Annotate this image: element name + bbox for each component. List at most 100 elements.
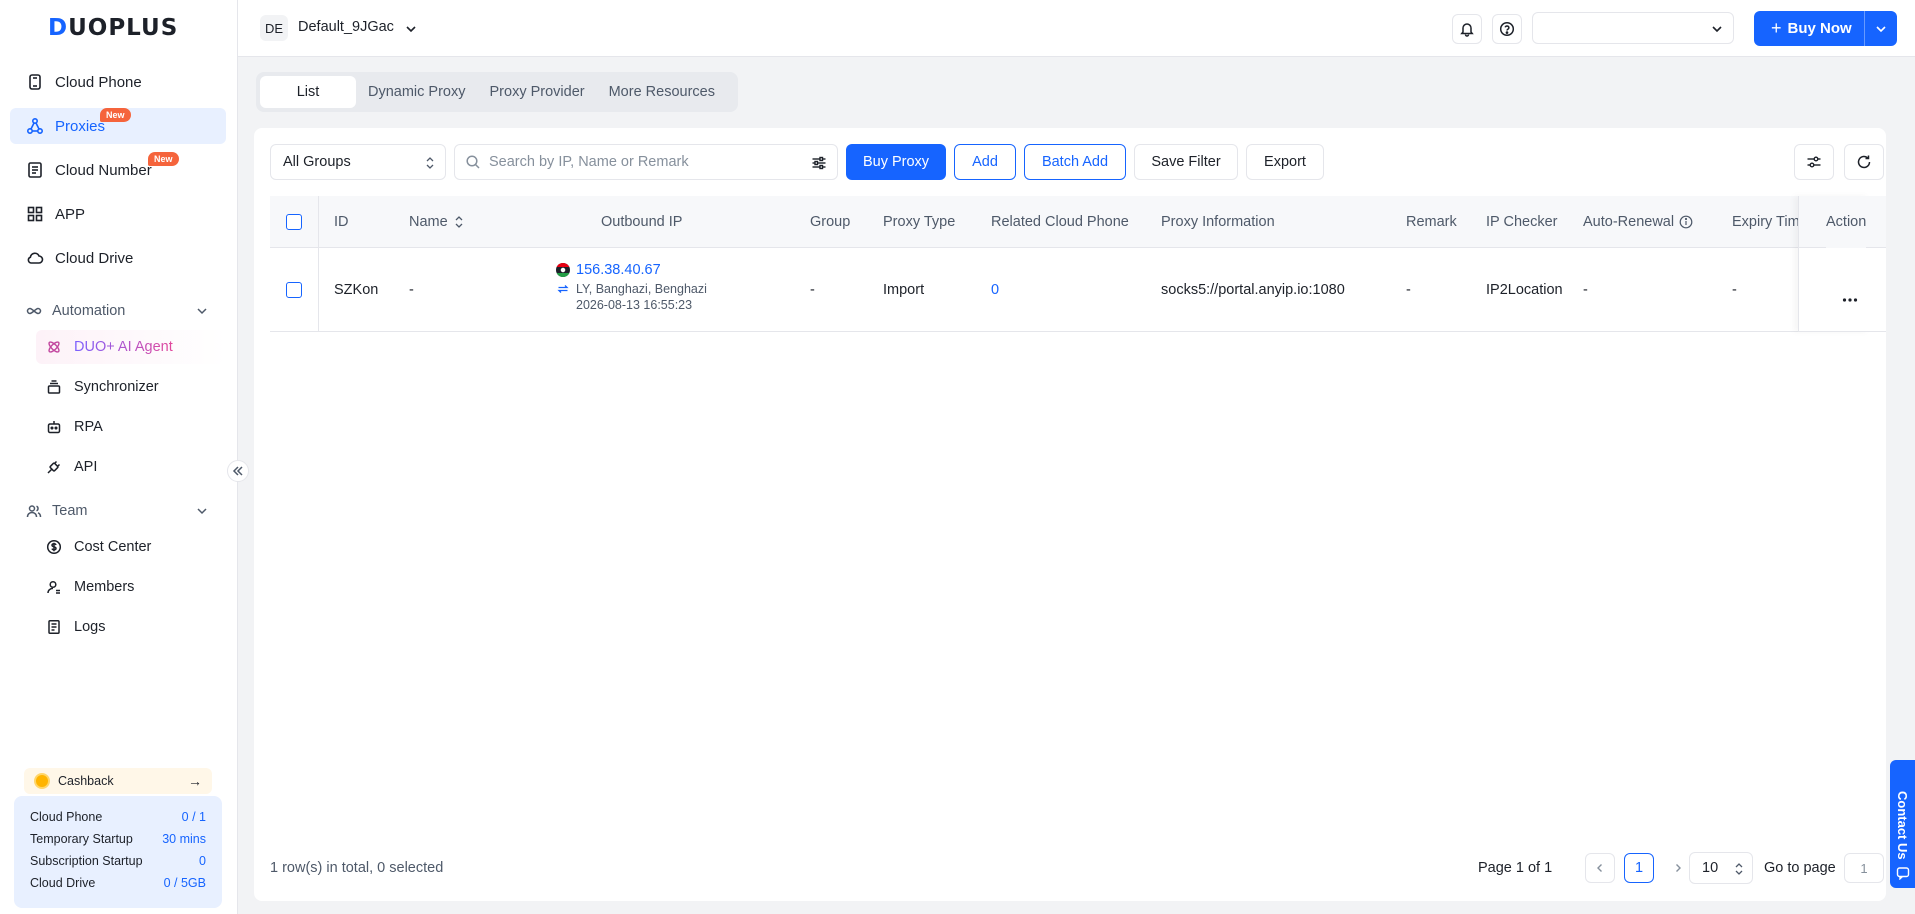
robot-icon bbox=[47, 421, 61, 434]
quota-row: Subscription Startup 0 bbox=[30, 854, 206, 868]
user-icon bbox=[47, 580, 60, 594]
page-1-button[interactable]: 1 bbox=[1624, 853, 1654, 883]
plus-icon: + bbox=[1771, 18, 1782, 38]
col-outbound-ip: Outbound IP bbox=[601, 214, 683, 230]
col-proxy-type: Proxy Type bbox=[883, 214, 956, 230]
buy-proxy-button[interactable]: Buy Proxy bbox=[846, 144, 946, 180]
total-count: 1 row(s) in total, 0 selected bbox=[270, 860, 444, 876]
workspace-name[interactable]: Default_9JGac bbox=[298, 19, 394, 35]
log-icon bbox=[48, 620, 60, 634]
sidebar-item-ai-agent[interactable]: DUO+ AI Agent bbox=[36, 330, 226, 364]
sidebar-item-logs[interactable]: Logs bbox=[36, 610, 226, 644]
ip-location-line: LY, Banghazi, Benghazi bbox=[556, 280, 707, 298]
collapse-sidebar-button[interactable] bbox=[227, 460, 249, 482]
quota-panel: Cloud Phone 0 / 1 Temporary Startup 30 min… bbox=[14, 796, 222, 908]
plug-icon bbox=[47, 460, 61, 474]
add-button[interactable]: Add bbox=[954, 144, 1016, 180]
contact-us-button[interactable]: Contact Us bbox=[1890, 760, 1915, 888]
tab-dynamic-proxy[interactable]: Dynamic Proxy bbox=[356, 76, 478, 108]
more-horizontal-icon bbox=[1842, 298, 1858, 302]
sidebar-item-synchronizer[interactable]: Synchronizer bbox=[36, 370, 226, 404]
double-chevron-left-icon bbox=[232, 466, 243, 476]
group-select[interactable]: All Groups bbox=[270, 144, 446, 180]
sidebar-item-members[interactable]: Members bbox=[36, 570, 226, 604]
proxy-tabs: List Dynamic Proxy Proxy Provider More R… bbox=[256, 72, 738, 112]
team-section-label: Team bbox=[52, 503, 88, 519]
select-all-checkbox[interactable] bbox=[286, 214, 302, 230]
sidebar-item-label: Synchronizer bbox=[74, 379, 159, 395]
sidebar-item-label: Logs bbox=[74, 619, 106, 635]
select-all-cell bbox=[286, 196, 302, 248]
ip-address-link[interactable]: 156.38.40.67 bbox=[576, 262, 661, 278]
sort-updown-icon bbox=[1735, 863, 1743, 875]
sidebar-item-label: RPA bbox=[74, 419, 103, 435]
sidebar-item-api[interactable]: API bbox=[36, 450, 226, 484]
team-section-toggle[interactable]: Team bbox=[10, 496, 226, 526]
prev-page-button[interactable] bbox=[1585, 853, 1615, 883]
dollar-icon bbox=[46, 539, 62, 555]
cell-group: - bbox=[810, 282, 815, 298]
phone-icon bbox=[29, 74, 41, 90]
info-icon[interactable] bbox=[1679, 215, 1693, 229]
tab-more-resources[interactable]: More Resources bbox=[597, 76, 727, 108]
buy-now-button[interactable]: + Buy Now bbox=[1754, 11, 1897, 46]
chat-icon bbox=[1896, 867, 1909, 880]
notifications-button[interactable] bbox=[1452, 14, 1482, 44]
proxy-list-card: All Groups Buy Proxy Add Batch Add Save … bbox=[254, 128, 1886, 901]
col-ip-checker: IP Checker bbox=[1486, 214, 1558, 230]
libya-flag-icon bbox=[556, 263, 570, 277]
new-badge: New bbox=[148, 152, 179, 166]
search-icon bbox=[466, 155, 480, 169]
chevron-down-icon[interactable] bbox=[405, 23, 417, 35]
chevron-down-icon bbox=[197, 308, 207, 315]
goto-page-label: Go to page bbox=[1764, 860, 1836, 876]
sidebar-item-proxies[interactable]: Proxies New bbox=[10, 108, 226, 144]
quota-row: Cloud Phone 0 / 1 bbox=[30, 810, 206, 824]
sidebar-item-label: Cloud Drive bbox=[55, 249, 134, 267]
cell-expiry-time: - bbox=[1732, 282, 1737, 298]
col-divider bbox=[318, 196, 319, 248]
ai-agent-icon bbox=[48, 341, 60, 353]
cloud-icon bbox=[27, 252, 44, 264]
cashback-label: Cashback bbox=[58, 774, 114, 788]
sidebar-item-app[interactable]: APP bbox=[10, 196, 226, 232]
sidebar: D UOPLUS Cloud Phone Proxies New Cloud Nu… bbox=[0, 0, 238, 914]
tab-proxy-provider[interactable]: Proxy Provider bbox=[478, 76, 597, 108]
sidebar-item-cloud-phone[interactable]: Cloud Phone bbox=[10, 64, 226, 100]
quota-row: Temporary Startup 30 mins bbox=[30, 832, 206, 846]
sidebar-item-label: Cost Center bbox=[74, 539, 152, 555]
network-icon bbox=[26, 117, 44, 135]
row-checkbox[interactable] bbox=[286, 282, 302, 298]
cell-auto-renewal: - bbox=[1583, 282, 1588, 298]
automation-section-toggle[interactable]: Automation bbox=[10, 296, 226, 326]
top-bar: DE Default_9JGac + Buy Now bbox=[238, 0, 1915, 57]
page-size-select[interactable]: 10 bbox=[1689, 852, 1753, 884]
goto-page-input[interactable]: 1 bbox=[1844, 853, 1884, 883]
search-input[interactable] bbox=[489, 154, 799, 170]
account-select[interactable] bbox=[1532, 12, 1734, 44]
duoplus-logo[interactable]: D UOPLUS bbox=[48, 15, 178, 41]
sidebar-item-cloud-number[interactable]: Cloud Number New bbox=[10, 152, 226, 188]
cell-ip-checker: IP2Location bbox=[1486, 282, 1563, 298]
sidebar-item-cloud-drive[interactable]: Cloud Drive bbox=[10, 240, 226, 276]
column-settings-button[interactable] bbox=[1794, 144, 1834, 180]
row-more-actions-button[interactable] bbox=[1838, 288, 1862, 312]
buy-now-main[interactable]: + Buy Now bbox=[1754, 18, 1864, 39]
sort-icon[interactable] bbox=[454, 215, 464, 229]
col-name[interactable]: Name bbox=[409, 196, 464, 248]
workspace-avatar[interactable]: DE bbox=[260, 15, 288, 41]
rotate-ip-icon[interactable] bbox=[556, 282, 570, 296]
export-button[interactable]: Export bbox=[1246, 144, 1324, 180]
save-filter-button[interactable]: Save Filter bbox=[1134, 144, 1238, 180]
buy-now-dropdown[interactable] bbox=[1865, 23, 1897, 35]
sidebar-item-rpa[interactable]: RPA bbox=[36, 410, 226, 444]
cell-proxy-information: socks5://portal.anyip.io:1080 bbox=[1161, 282, 1345, 298]
tab-list[interactable]: List bbox=[260, 76, 356, 108]
help-button[interactable] bbox=[1492, 14, 1522, 44]
refresh-button[interactable] bbox=[1844, 144, 1884, 180]
filter-sliders-icon[interactable] bbox=[811, 155, 827, 171]
cell-related-cloud-phone[interactable]: 0 bbox=[991, 248, 999, 332]
batch-add-button[interactable]: Batch Add bbox=[1024, 144, 1126, 180]
cashback-banner[interactable]: Cashback → bbox=[24, 768, 212, 794]
sidebar-item-cost-center[interactable]: Cost Center bbox=[36, 530, 226, 564]
